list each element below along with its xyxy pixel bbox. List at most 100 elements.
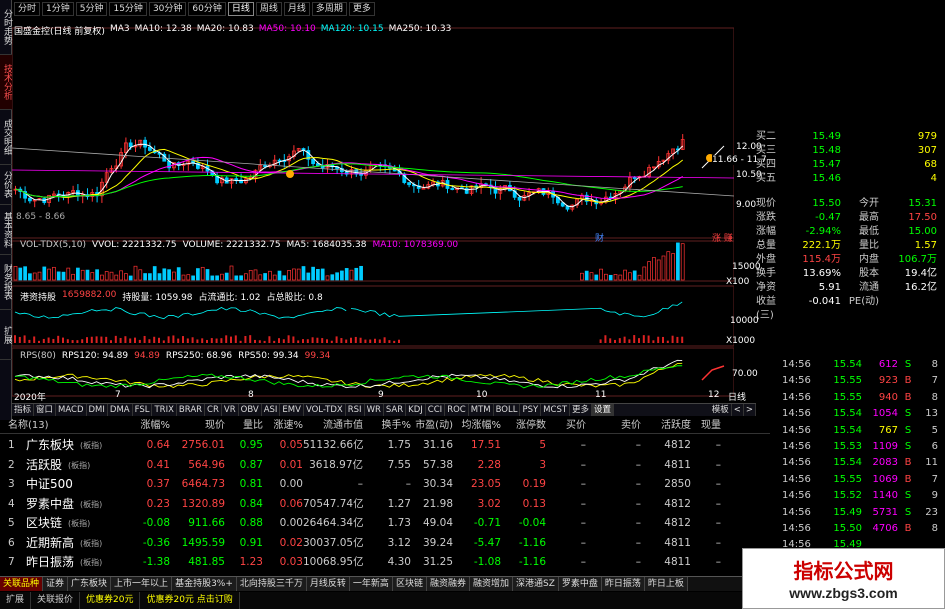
hk-bar <box>28 339 31 343</box>
tick-direction: S <box>904 408 912 420</box>
column-header[interactable]: 涨幅% <box>130 419 170 433</box>
volume-bar <box>32 272 37 281</box>
indicator-tab-1[interactable]: 窗口 <box>34 404 57 416</box>
indicator-tab-10[interactable]: OBV <box>239 404 262 416</box>
column-header[interactable]: 现量 <box>691 419 721 433</box>
indicator-tab-13[interactable]: VOL-TDX <box>304 404 346 416</box>
period-tab-2[interactable]: 5分钟 <box>75 2 108 16</box>
column-header[interactable]: 均涨幅% <box>453 419 501 433</box>
quote-value: -0.47 <box>815 212 841 223</box>
indicator-tab-9[interactable]: VR <box>222 404 239 416</box>
period-tab-6[interactable]: 日线 <box>227 2 254 16</box>
block-tab-9[interactable]: 融资融券 <box>426 577 470 591</box>
status-item-2[interactable]: 优惠券20元 <box>80 592 141 609</box>
block-tab-5[interactable]: 北向持股三千万 <box>236 577 307 591</box>
block-tab-3[interactable]: 上市一年以上 <box>111 577 173 591</box>
quote-key2 <box>841 172 879 186</box>
period-tab-8[interactable]: 月线 <box>283 2 310 16</box>
column-header[interactable]: 换手% <box>363 419 411 433</box>
indicator-tab-12[interactable]: EMV <box>280 404 304 416</box>
indicator-tab-5[interactable]: FSL <box>133 404 153 416</box>
sidebar-tab-6[interactable]: 扩展 <box>0 310 12 360</box>
indicator-tab-16[interactable]: SAR <box>384 404 407 416</box>
indicator-tab-4[interactable]: DMA <box>108 404 133 416</box>
period-tab-7[interactable]: 周线 <box>255 2 282 16</box>
hk-bar <box>18 336 21 343</box>
table-row[interactable]: 3 中证500 0.37 6464.73 0.81 0.00– –30.34 23.05 0.1… <box>0 476 770 493</box>
indicator-nav-0[interactable]: 模板 <box>710 404 732 416</box>
column-header[interactable]: 卖价 <box>586 419 641 433</box>
table-row[interactable]: 4 罗素中盘 (板指) 0.23 1320.89 0.84 0.06 70547.74亿 1.2… <box>0 496 770 513</box>
hk-bar <box>76 340 79 343</box>
sidebar-tab-2[interactable]: 成交明细 <box>0 110 12 165</box>
hk-bar <box>604 335 607 343</box>
column-header[interactable]: 市盈(动) <box>411 419 453 433</box>
block-tab-7[interactable]: 一年新高 <box>349 577 393 591</box>
volume-bar <box>623 269 627 281</box>
period-tab-5[interactable]: 60分钟 <box>188 2 226 16</box>
indicator-tab-23[interactable]: MCST <box>541 404 571 416</box>
column-header[interactable]: 现价 <box>170 419 225 433</box>
table-row[interactable]: 1 广东板块 (板指) 0.64 2756.01 0.95 0.05 51132.66亿 1.7… <box>0 437 770 454</box>
status-item-0[interactable]: 扩展 <box>0 592 32 609</box>
candle-body <box>450 188 455 190</box>
period-tab-9[interactable]: 多周期 <box>311 2 347 16</box>
indicator-tab-15[interactable]: WR <box>365 404 384 416</box>
indicator-nav-2[interactable]: > <box>744 404 756 416</box>
table-row[interactable]: 7 昨日振荡 (板指) -1.38 481.85 1.23 0.03 10068.95亿 4.3… <box>0 554 770 571</box>
sidebar-tab-4[interactable]: 基本资料 <box>0 205 12 255</box>
sidebar-tab-5[interactable]: 财务报表 <box>0 255 12 310</box>
column-header[interactable]: 活跃度 <box>641 419 691 433</box>
indicator-tab-20[interactable]: MTM <box>469 404 494 416</box>
table-row[interactable]: 6 近期新高 (板指) -0.36 1495.59 0.91 0.02 30037.05亿 3.… <box>0 535 770 552</box>
tick-volume: 923 <box>878 375 898 387</box>
block-tab-8[interactable]: 区块链 <box>392 577 427 591</box>
column-header[interactable]: 量比 <box>225 419 263 433</box>
block-tab-0[interactable]: 关联品种 <box>0 577 44 591</box>
indicator-tab-22[interactable]: PSY <box>520 404 542 416</box>
block-tab-4[interactable]: 基金持股3%+ <box>172 577 237 591</box>
kline-chart[interactable] <box>12 18 734 408</box>
quote-key2: 量比 <box>859 240 879 251</box>
status-item-3[interactable]: 优惠券20元 点击订购 <box>140 592 240 609</box>
period-tab-4[interactable]: 30分钟 <box>148 2 187 16</box>
block-tab-13[interactable]: 昨日振荡 <box>601 577 645 591</box>
period-tab-1[interactable]: 1分钟 <box>42 2 74 16</box>
indicator-tab-21[interactable]: BOLL <box>494 404 521 416</box>
indicator-nav-1[interactable]: < <box>732 404 744 416</box>
sidebar-tab-0[interactable]: 分时走势 <box>0 0 12 55</box>
block-tab-14[interactable]: 昨日上板 <box>644 577 688 591</box>
block-tab-10[interactable]: 融资增加 <box>469 577 513 591</box>
block-tab-1[interactable]: 证券 <box>43 577 69 591</box>
column-header[interactable]: 涨停数 <box>501 419 546 433</box>
period-tab-10[interactable]: 更多 <box>348 2 375 16</box>
block-tab-12[interactable]: 罗素中盘 <box>558 577 602 591</box>
block-tab-2[interactable]: 广东板块 <box>68 577 112 591</box>
indicator-tab-2[interactable]: MACD <box>56 404 87 416</box>
indicator-tab-8[interactable]: CR <box>205 404 222 416</box>
block-tab-11[interactable]: 深港通SZ <box>512 577 559 591</box>
block-tab-6[interactable]: 月线反转 <box>306 577 350 591</box>
column-header[interactable]: 买价 <box>546 419 586 433</box>
indicator-tab-7[interactable]: BRAR <box>177 404 206 416</box>
indicator-tab-17[interactable]: KDJ <box>406 404 426 416</box>
indicator-tab-25[interactable]: 设置 <box>592 404 615 416</box>
sidebar-tab-3[interactable]: 分价表 <box>0 165 12 205</box>
status-item-1[interactable]: 关联报价 <box>31 592 81 609</box>
period-tab-0[interactable]: 分时 <box>14 2 41 16</box>
table-row[interactable]: 2 活跃股 (板指) 0.41 564.96 0.87 0.01 3618.97亿 7.55 57… <box>0 457 770 474</box>
indicator-tab-24[interactable]: 更多 <box>570 404 593 416</box>
column-header[interactable]: 名称(13) <box>0 419 130 433</box>
indicator-tab-3[interactable]: DMI <box>87 404 108 416</box>
indicator-tab-18[interactable]: CCI <box>426 404 446 416</box>
column-header[interactable]: 涨速% <box>263 419 303 433</box>
indicator-tab-11[interactable]: ASI <box>262 404 281 416</box>
column-header[interactable]: 流通市值 <box>303 419 363 433</box>
sidebar-tab-1[interactable]: 技术分析 <box>0 55 12 110</box>
indicator-tab-0[interactable]: 指标 <box>12 404 35 416</box>
indicator-tab-6[interactable]: TRIX <box>152 404 177 416</box>
indicator-tab-19[interactable]: ROC <box>445 404 469 416</box>
period-tab-3[interactable]: 15分钟 <box>109 2 147 16</box>
indicator-tab-14[interactable]: RSI <box>346 404 365 416</box>
table-row[interactable]: 5 区块链 (板指) -0.08 911.66 0.88 0.00 26464.34亿 1.73… <box>0 515 770 532</box>
